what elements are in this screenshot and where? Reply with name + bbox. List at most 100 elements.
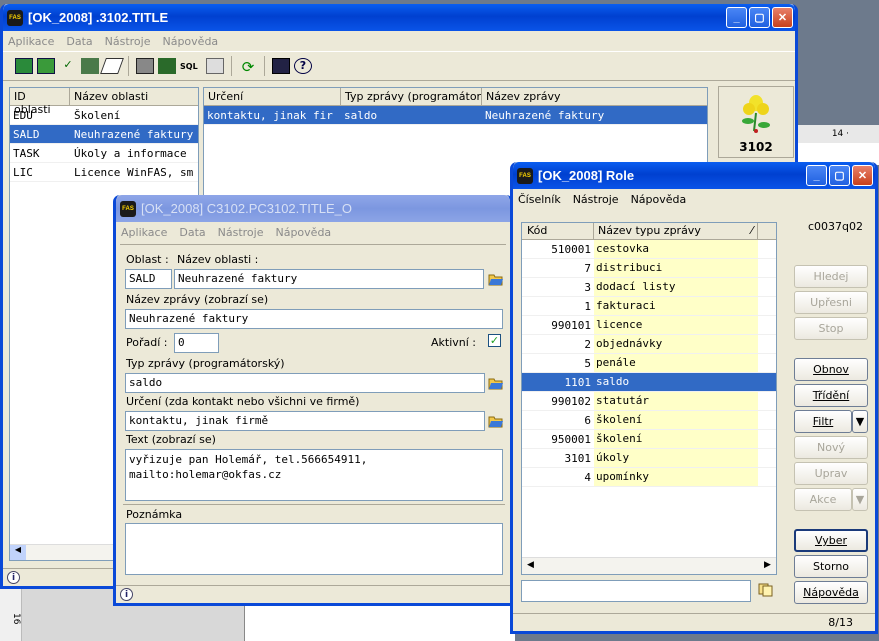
table-row[interactable]: LIC Licence WinFAS, sm xyxy=(10,163,198,182)
menu-aplikace[interactable]: Aplikace xyxy=(121,226,167,239)
sql-icon[interactable]: SQL xyxy=(180,62,202,71)
cell-nazev: Neuhrazené faktury xyxy=(485,108,605,122)
filtr-dropdown-icon[interactable]: ▼ xyxy=(852,410,868,433)
menu-nastroje[interactable]: Nástroje xyxy=(218,226,264,239)
col-header-kod[interactable]: Kód xyxy=(522,223,594,239)
table-row-selected[interactable]: 1101 saldo xyxy=(522,373,776,392)
urceni-label: Určení (zda kontakt nebo všichni ve firm… xyxy=(126,395,360,408)
filtr-button[interactable]: Filtr xyxy=(794,410,852,433)
cell-urceni: kontaktu, jinak fir xyxy=(207,108,333,122)
menu-nastroje[interactable]: Nástroje xyxy=(105,35,151,48)
table-row[interactable]: 3101 úkoly xyxy=(522,449,776,468)
table-row[interactable]: 990102 statutár xyxy=(522,392,776,411)
table-row[interactable]: TASK Úkoly a informace xyxy=(10,144,198,163)
urceni-input[interactable]: kontaktu, jinak firmě xyxy=(125,411,485,431)
exit-icon[interactable] xyxy=(272,58,290,74)
col-header-id-oblasti[interactable]: ID oblasti xyxy=(10,88,70,116)
scroll-left-arrow[interactable]: ◀ xyxy=(522,558,539,574)
table-row[interactable]: 950001 školení xyxy=(522,430,776,449)
poznamka-textarea[interactable] xyxy=(125,523,503,575)
col-header-urceni[interactable]: Určení xyxy=(204,88,341,105)
storno-button[interactable]: Storno xyxy=(794,555,868,578)
print-icon[interactable] xyxy=(136,58,154,74)
confirm-icon[interactable]: ✓ xyxy=(59,58,77,74)
trideni-button[interactable]: Třídění xyxy=(794,384,868,407)
table-row[interactable]: EDU Školení xyxy=(10,106,198,125)
menu-aplikace[interactable]: Aplikace xyxy=(8,35,54,48)
poradi-input[interactable]: 0 xyxy=(174,333,219,353)
maximize-button[interactable]: ▢ xyxy=(749,7,770,28)
menu-data[interactable]: Data xyxy=(179,226,205,239)
minimize-button[interactable]: _ xyxy=(726,7,747,28)
folder-open-icon[interactable] xyxy=(488,414,504,428)
table-row-selected[interactable]: SALD Neuhrazené faktury xyxy=(10,125,198,144)
export-icon[interactable] xyxy=(158,58,176,74)
detail-statusbar: i xyxy=(116,585,510,603)
napoveda-button[interactable]: Nápověda xyxy=(794,581,868,604)
table-row[interactable]: 4 upomínky xyxy=(522,468,776,487)
table-row[interactable]: 3 dodací listy xyxy=(522,278,776,297)
report-icon[interactable] xyxy=(206,58,224,74)
menu-data[interactable]: Data xyxy=(66,35,92,48)
main-title: [OK_2008] .3102.TITLE xyxy=(28,10,169,25)
col-header-typ-zpravy[interactable]: Typ zprávy (programátorský) xyxy=(341,88,482,105)
info-icon[interactable]: i xyxy=(120,588,133,601)
stop-button[interactable]: Stop xyxy=(794,317,868,340)
scroll-left-arrow[interactable]: ◀ xyxy=(10,545,26,560)
menu-napoveda[interactable]: Nápověda xyxy=(162,35,218,48)
cell-name: Neuhrazené faktury xyxy=(74,127,194,141)
upresni-button[interactable]: Upřesni xyxy=(794,291,868,314)
table-row[interactable]: 1 fakturaci xyxy=(522,297,776,316)
main-titlebar[interactable]: FAS [OK_2008] .3102.TITLE _ ▢ ✕ xyxy=(3,4,795,31)
table-row-selected[interactable]: kontaktu, jinak fir saldo Neuhrazené fak… xyxy=(204,106,707,125)
hledej-button[interactable]: Hledej xyxy=(794,265,868,288)
copy-icon[interactable] xyxy=(81,58,99,74)
ruler: 14 · xyxy=(796,125,879,143)
background-document: 14 · xyxy=(795,125,879,165)
refresh-icon[interactable]: ⟳ xyxy=(239,58,257,76)
help-icon[interactable]: ? xyxy=(294,58,312,74)
info-icon[interactable]: i xyxy=(7,571,20,584)
new-record-icon[interactable] xyxy=(15,58,33,74)
table-row[interactable]: 7 distribuci xyxy=(522,259,776,278)
col-header-nazev-typu[interactable]: Název typu zprávy ⁄ xyxy=(594,223,758,239)
menu-napoveda[interactable]: Nápověda xyxy=(631,193,687,206)
folder-open-icon[interactable] xyxy=(488,272,504,286)
horizontal-scrollbar[interactable]: ◀ ▶ xyxy=(522,557,776,574)
table-row[interactable]: 2 objednávky xyxy=(522,335,776,354)
detail-titlebar[interactable]: FAS [OK_2008] C3102.PC3102.TITLE_O xyxy=(116,195,510,222)
menu-napoveda[interactable]: Nápověda xyxy=(275,226,331,239)
menu-nastroje[interactable]: Nástroje xyxy=(573,193,619,206)
typ-zpravy-input[interactable]: saldo xyxy=(125,373,485,393)
poradi-label: Pořadí : xyxy=(126,336,168,349)
text-textarea[interactable]: vyřizuje pan Holemář, tel.566654911, mai… xyxy=(125,449,503,501)
logo-panel: 3102 xyxy=(718,86,794,158)
cell-id: EDU xyxy=(13,108,33,122)
table-row[interactable]: 6 školení xyxy=(522,411,776,430)
obnov-button[interactable]: Obnov xyxy=(794,358,868,381)
col-header-nazev-zpravy[interactable]: Název zprávy xyxy=(482,88,707,105)
oblast-input[interactable]: SALD xyxy=(125,269,172,289)
close-button[interactable]: ✕ xyxy=(772,7,793,28)
col-header-nazev-oblasti[interactable]: Název oblasti xyxy=(70,88,198,105)
table-row[interactable]: 5 penále xyxy=(522,354,776,373)
novy-button[interactable]: Nový xyxy=(794,436,868,459)
aktivni-checkbox[interactable]: ✓ xyxy=(488,334,501,347)
table-row[interactable]: 990101 licence xyxy=(522,316,776,335)
uprav-button[interactable]: Uprav xyxy=(794,462,868,485)
menu-ciselnik[interactable]: Číselník xyxy=(518,193,561,206)
role-statusbar: 8/13 xyxy=(513,613,875,631)
copy-icon[interactable] xyxy=(758,583,774,597)
scroll-right-arrow[interactable]: ▶ xyxy=(759,558,776,574)
table-row[interactable]: 510001 cestovka xyxy=(522,240,776,259)
eraser-icon[interactable] xyxy=(100,58,124,74)
folder-open-icon[interactable] xyxy=(488,376,504,390)
nazev-zpravy-input[interactable]: Neuhrazené faktury xyxy=(125,309,503,329)
akce-dropdown-icon[interactable]: ▼ xyxy=(852,488,868,511)
nazev-oblasti-input[interactable]: Neuhrazené faktury xyxy=(174,269,484,289)
vyber-button[interactable]: Vyber xyxy=(794,529,868,552)
edit-record-icon[interactable] xyxy=(37,58,55,74)
cell-kod: 4 xyxy=(584,470,591,484)
role-search-input[interactable] xyxy=(521,580,751,602)
akce-button[interactable]: Akce xyxy=(794,488,852,511)
